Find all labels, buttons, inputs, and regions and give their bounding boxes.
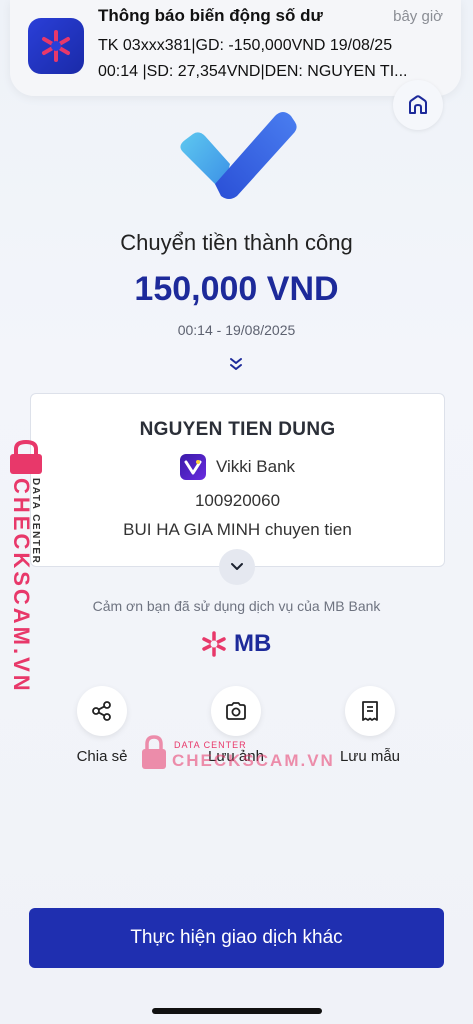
chevron-down-icon (231, 563, 243, 570)
success-check-icon (175, 104, 300, 209)
notification-body: TK 03xxx381|GD: -150,000VND 19/08/25 00:… (98, 33, 450, 85)
recipient-bank-row: Vikki Bank (31, 454, 444, 480)
watermark-top-text: DATA CENTER (30, 478, 41, 565)
notification-line: 00:14 |SD: 27,354VND|DEN: NGUYEN TI... (98, 63, 408, 80)
watermark-center-top-text: DATA CENTER (174, 740, 247, 750)
watermark-center-main-text: CHECKSCAM.VN (172, 751, 335, 770)
lock-icon (10, 440, 42, 474)
share-icon (77, 686, 127, 736)
recipient-bank-name: Vikki Bank (215, 457, 296, 476)
notification-banner[interactable]: Thông báo biến động số dư bây giờ TK 03x… (10, 0, 461, 96)
home-button[interactable] (393, 80, 443, 130)
notification-line: TK 03xxx381|GD: -150,000VND 19/08/25 (98, 37, 393, 54)
transfer-amount: 150,000 VND (134, 270, 339, 308)
home-indicator[interactable] (152, 1008, 322, 1014)
mb-star-icon (202, 631, 226, 657)
receipt-icon (345, 686, 395, 736)
thank-you-text: Cảm ơn bạn đã sử dụng dịch vụ của MB Ban… (92, 598, 381, 614)
home-icon (409, 95, 427, 114)
mb-app-icon (28, 18, 84, 74)
lock-icon (142, 735, 166, 769)
recipient-name: NGUYEN TIEN DUNG (139, 419, 336, 440)
checkscam-watermark-center (140, 735, 168, 776)
vikki-bank-logo (179, 454, 206, 480)
transfer-datetime: 00:14 - 19/08/2025 (177, 322, 296, 338)
notification-title: Thông báo biến động số dư (98, 6, 323, 25)
mb-bank-logo: MB (200, 630, 271, 658)
success-title: Chuyển tiền thành công (120, 230, 353, 255)
recipient-account-number: 100920060 (194, 491, 281, 510)
notification-time: bây giờ (393, 8, 443, 25)
mb-brand-text: MB (234, 630, 272, 657)
double-chevron-down-icon (228, 356, 244, 377)
recipient-card: NGUYEN TIEN DUNG Vikki Bank 100920060 BU… (30, 393, 445, 567)
expand-details-button[interactable] (219, 549, 255, 585)
transfer-memo: BUI HA GIA MINH chuyen tien (123, 520, 352, 539)
camera-icon (211, 686, 261, 736)
new-transaction-button[interactable]: Thực hiện giao dịch khác (29, 908, 444, 968)
